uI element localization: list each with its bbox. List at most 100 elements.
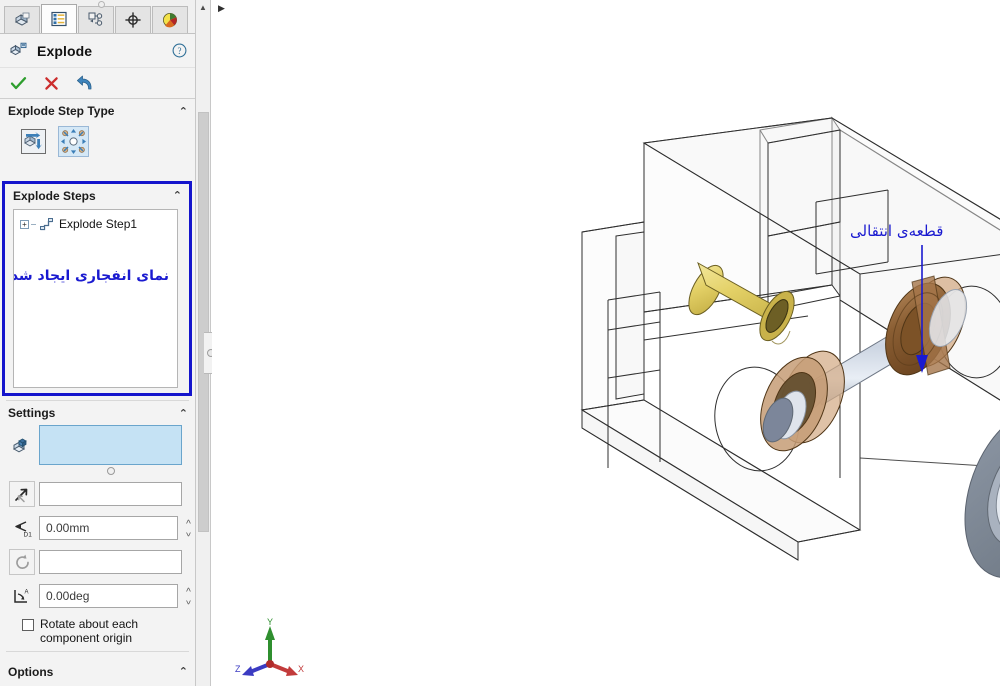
options-title: Options [8,664,54,679]
components-icon [9,433,35,459]
checkbox-label-line2: component origin [40,631,133,645]
explode-direction-input[interactable] [39,482,182,506]
rotate-axis-icon[interactable] [9,549,35,575]
chevron-up-icon[interactable]: ⌃ [179,407,188,420]
explode-step-type-buttons [0,123,195,164]
angle-icon: A [9,583,35,609]
explode-steps-farsi-note: نمای انفجاری ایجاد شده [13,268,169,284]
expand-viewport-caret-icon[interactable]: ▶ [218,3,225,14]
radial-step-button[interactable] [58,126,89,157]
direction-arrow-icon[interactable] [9,481,35,507]
property-manager-action-bar [0,68,195,99]
stepper-down-icon[interactable]: ^ [186,594,191,605]
property-manager-title-bar: Explode ? [0,34,195,68]
scrollbar-thumb[interactable] [198,112,209,532]
configuration-manager-icon [88,12,103,26]
divider [6,651,189,652]
triad-y-label: Y [267,618,273,627]
explode-distance-input[interactable]: 0.00mm [39,516,178,540]
rotate-about-origin-label: Rotate about each component origin [40,617,138,645]
translate-rotate-icon [21,129,46,154]
graphics-viewport[interactable]: ▶ [212,0,1000,686]
distance-d1-icon: D1 [9,515,35,541]
page-title: Explode [37,42,93,59]
scroll-up-arrow-icon[interactable]: ▲ [196,0,210,15]
tab-display-manager[interactable] [152,6,188,33]
explode-step-label: Explode Step1 [59,217,138,231]
viewport-annotation-label: قطعه‌ی انتقالی [850,222,944,240]
explode-direction-glyph [14,488,27,502]
group-explode-steps: Explode Steps ⌃ + Explode Step1 نمای انف… [2,181,192,396]
distance-stepper[interactable]: ^ ^ [182,520,195,538]
solidworks-window: Explode ? Explode Step Type ⌃ Explode St… [0,0,1000,686]
expand-icon[interactable]: + [20,219,29,229]
stepper-down-icon[interactable]: ^ [186,526,191,537]
tree-connector [31,223,36,225]
explode-step-type-header[interactable]: Explode Step Type ⌃ [0,99,195,123]
explode-icon [9,42,28,59]
pulley-hub [964,407,1000,579]
pin-dot-indicator [98,1,105,8]
tab-configuration-manager[interactable] [78,6,114,33]
settings-title: Settings [8,406,56,420]
chevron-up-icon[interactable]: ⌃ [179,665,188,678]
rotate-about-origin-checkbox[interactable] [22,619,34,631]
orientation-triad: Y X Z [235,618,304,676]
triad-x-label: X [298,664,304,674]
cancel-button[interactable] [44,76,59,91]
tab-feature-manager[interactable] [4,6,40,33]
svg-text:D1: D1 [23,531,32,538]
triad-z-label: Z [235,664,241,674]
components-row [0,425,195,481]
manager-tab-strip [0,0,195,34]
question-mark-circle-icon: ? [172,43,187,58]
annotation-arrow [916,245,928,373]
x-mark-icon [45,76,58,90]
rotate-about-origin-row[interactable]: Rotate about each component origin [0,617,195,645]
tab-property-manager[interactable] [41,4,77,33]
undo-arrow-icon [77,75,92,89]
property-manager-panel: Explode ? Explode Step Type ⌃ Explode St… [0,0,196,686]
help-icon[interactable]: ? [172,43,187,58]
dimxpert-crosshair-icon [125,12,141,28]
group-options: Options ⌃ [0,651,195,686]
radial-explode-icon [61,129,86,154]
explode-step-icon [39,217,54,231]
rotation-axis-row [0,549,195,575]
selection-handle-dot[interactable] [106,467,115,475]
feature-tree-icon [14,12,30,26]
chevron-up-icon[interactable]: ⌃ [179,105,188,118]
distance-glyph: D1 [14,520,32,538]
chevron-up-icon[interactable]: ⌃ [173,189,182,202]
display-manager-icon [163,13,177,28]
angle-stepper[interactable]: ^ ^ [182,588,195,606]
components-to-explode-input[interactable] [39,425,182,465]
regular-step-button[interactable] [18,126,49,157]
explode-step-type-title: Explode Step Type [8,104,115,118]
angle-glyph: A [13,589,28,603]
options-header[interactable]: Options ⌃ [0,657,195,686]
bronze-bearing-lower [760,350,845,452]
explode-glyph [10,42,27,56]
property-manager-icon [51,11,67,27]
timing-pulley-assembly [964,407,1000,579]
exploded-assembly-model [580,116,1000,579]
group-settings: Settings ⌃ D1 0.00mm ^ ^ A 0.00deg ^ ^ R… [0,400,195,645]
checkbox-label-line1: Rotate about each [40,617,139,631]
list-item[interactable]: + Explode Step1 [14,210,177,234]
ok-button[interactable] [10,76,27,91]
step-stairs-icon [40,218,53,231]
rotation-axis-input[interactable] [39,550,182,574]
rotation-angle-input[interactable]: 0.00deg [39,584,178,608]
explode-steps-title: Explode Steps [13,188,96,203]
tab-dimxpert-manager[interactable] [115,6,151,33]
svg-text:?: ? [178,46,182,56]
explode-steps-list[interactable]: + Explode Step1 نمای انفجاری ایجاد شده [13,209,178,388]
rotation-angle-row: A 0.00deg ^ ^ [0,583,195,609]
explode-steps-header[interactable]: Explode Steps ⌃ [5,184,189,207]
group-explode-step-type: Explode Step Type ⌃ [0,99,195,164]
undo-button[interactable] [76,75,95,92]
components-cube-icon [12,438,27,452]
settings-header[interactable]: Settings ⌃ [0,401,195,425]
svg-text:A: A [24,589,28,595]
